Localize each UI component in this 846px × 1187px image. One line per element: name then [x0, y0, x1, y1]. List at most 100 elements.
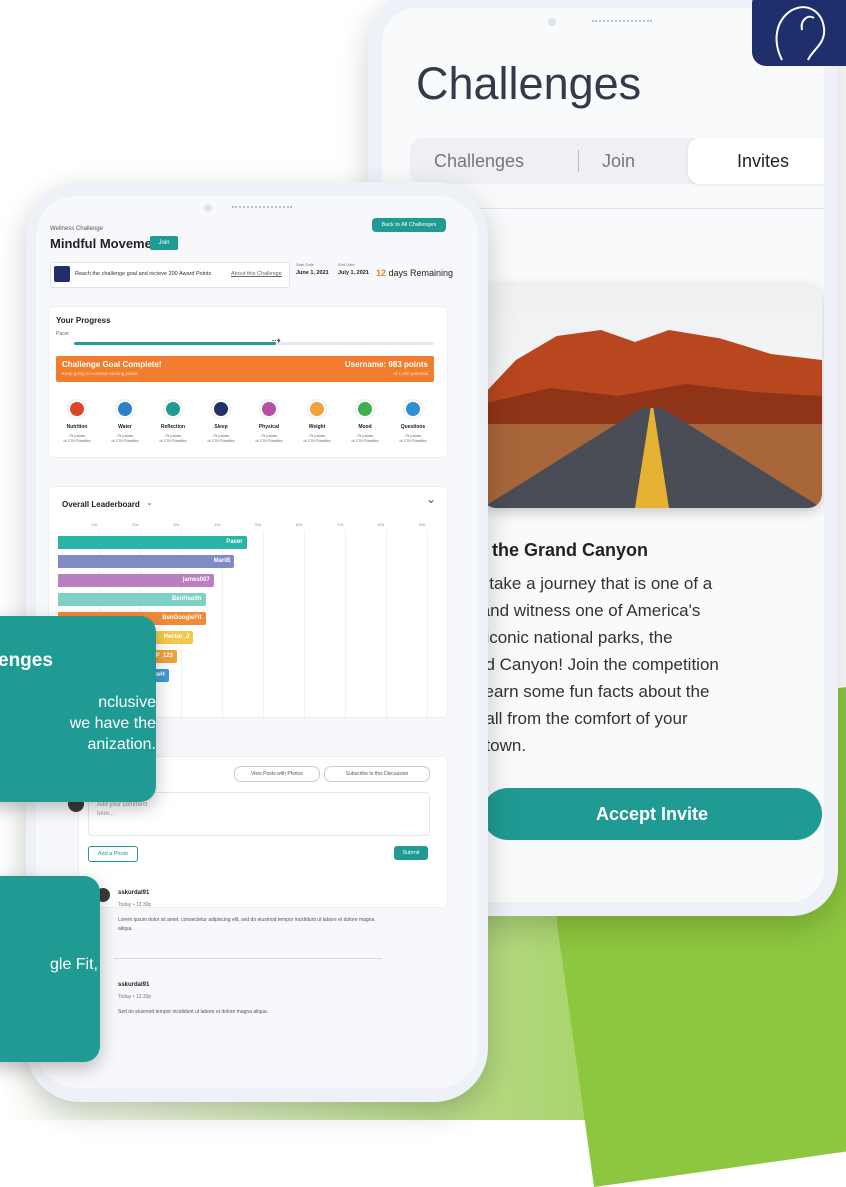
gridline	[427, 530, 428, 720]
challenge-title: Mindful Movement	[50, 236, 165, 251]
category-points: 75 points of 175 Possible	[255, 433, 283, 443]
axis-tick: 80k	[378, 522, 385, 527]
axis-tick: 70k	[337, 522, 344, 527]
category-weight[interactable]: Weight 75 points of 175 Possible	[294, 400, 340, 443]
start-date-label: Start Date	[296, 262, 315, 267]
post-divider	[114, 958, 382, 959]
category-points: 75 points of 175 Possible	[351, 433, 379, 443]
post-time: Today • 12:30p	[118, 902, 152, 908]
tab-invites[interactable]: Invites	[688, 138, 824, 184]
category-points: 75 points of 175 Possible	[159, 433, 187, 443]
axis-tick: 30k	[173, 522, 180, 527]
post-body: Lorem ipsum dolor sit amet, consectetur …	[118, 917, 375, 932]
end-date-value: July 1, 2021	[338, 270, 369, 276]
runner-icon: ⇢	[271, 335, 281, 347]
subscribe-button[interactable]: Subscribe to this Discussion	[324, 766, 430, 782]
category-name: Questions	[400, 424, 426, 430]
brand-logo	[752, 0, 846, 66]
axis-tick: 50k	[255, 522, 262, 527]
post-username[interactable]: sskurdal91	[118, 890, 149, 896]
speaker-grille	[592, 20, 652, 26]
tab-challenges[interactable]: Challenges	[434, 138, 524, 184]
goal-complete-title: Challenge Goal Complete!	[62, 360, 162, 369]
comment-placeholder: Add your comment here...	[97, 802, 148, 817]
page-title: Challenges	[416, 58, 642, 109]
chevron-down-icon[interactable]: ⌄	[146, 498, 153, 507]
leaderboard-name: BenGoogleFit	[162, 615, 202, 621]
leaderboard-bar: james007	[58, 574, 214, 587]
questions-icon	[404, 400, 422, 418]
tab-join[interactable]: Join	[602, 138, 635, 184]
category-points: 75 points of 175 Possible	[63, 433, 91, 443]
post-time: Today • 12:30p	[118, 994, 152, 1000]
progress-fill	[74, 342, 276, 345]
gridline	[345, 530, 346, 720]
goal-complete-banner: Challenge Goal Complete! Keep going to c…	[56, 356, 434, 382]
leaderboard-name: Pacer	[226, 539, 243, 545]
category-physical[interactable]: Physical 75 points of 175 Possible	[246, 400, 292, 443]
join-button[interactable]: Join	[150, 236, 178, 250]
leaderboard-bar: MariB	[58, 555, 235, 568]
add-photo-button[interactable]: Add a Photo	[88, 846, 138, 862]
invite-title: the Grand Canyon	[492, 540, 649, 560]
progress-title: Your Progress	[56, 316, 111, 325]
challenge-category: Wellness Challenge	[50, 226, 103, 232]
reflection-icon	[164, 400, 182, 418]
leaderboard-name: Hector_J	[163, 634, 190, 640]
leaderboard-name: BenHealth	[171, 596, 202, 602]
category-name: Water	[118, 424, 132, 430]
camera-dot	[548, 18, 556, 26]
category-nutrition[interactable]: Nutrition 75 points of 175 Possible	[54, 400, 100, 443]
camera-dot	[204, 204, 212, 212]
physical-icon	[260, 400, 278, 418]
feature-description: gle Fit,	[49, 956, 98, 973]
logo-icon	[54, 266, 70, 282]
gridline	[386, 530, 387, 720]
category-name: Physical	[258, 424, 280, 430]
leaderboard-name: james007	[182, 577, 210, 583]
sleep-icon	[212, 400, 230, 418]
category-sleep[interactable]: Sleep 75 points of 175 Possible	[198, 400, 244, 443]
category-name: Weight	[308, 424, 326, 430]
feature-title: enges	[0, 650, 53, 671]
category-water[interactable]: Water 75 points of 175 Possible	[102, 400, 148, 443]
pacer-label: Pacer	[56, 331, 70, 337]
user-points: Username: 983 points	[344, 360, 428, 369]
points-potential: of 1,200 potential	[393, 371, 428, 376]
submit-button[interactable]: Submit	[394, 846, 428, 860]
back-to-all-challenges-button[interactable]: Back to All Challenges	[372, 218, 446, 232]
collapse-chevron-icon[interactable]: ⌄	[426, 492, 436, 506]
days-remaining: 12 days Remaining	[376, 268, 454, 278]
category-questions[interactable]: Questions 75 points of 175 Possible	[390, 400, 436, 443]
axis-tick: 60k	[296, 522, 303, 527]
post-body: Sed do eiusmod tempor incididunt ut labo…	[118, 1009, 269, 1015]
leaderboard-select[interactable]: Overall Leaderboard	[62, 500, 140, 509]
tab-divider	[578, 150, 579, 172]
feature-card-integrations: gle Fit,	[0, 876, 100, 1062]
leaderboard-bar: Pacer	[58, 536, 247, 549]
view-posts-with-photos-button[interactable]: View Posts with Photos	[234, 766, 320, 782]
axis-tick: 10k	[91, 522, 98, 527]
category-points: 75 points of 175 Possible	[303, 433, 331, 443]
axis-tick: 90k	[419, 522, 426, 527]
leaderboard-bar: BenHealth	[58, 593, 206, 606]
accept-invite-button[interactable]: Accept Invite	[482, 788, 822, 840]
category-reflection[interactable]: Reflection 75 points of 175 Possible	[150, 400, 196, 443]
mood-icon	[356, 400, 374, 418]
post-username[interactable]: sskurdal91	[118, 982, 149, 988]
axis-tick: 20k	[132, 522, 139, 527]
weight-icon	[308, 400, 326, 418]
about-challenge-link[interactable]: About this Challenge	[231, 271, 282, 277]
nutrition-icon	[68, 400, 86, 418]
feature-description: nclusive we have the anization.	[65, 694, 156, 753]
category-name: Sleep	[214, 424, 228, 430]
category-mood[interactable]: Mood 75 points of 175 Possible	[342, 400, 388, 443]
axis-tick: 40k	[214, 522, 221, 527]
category-points: 75 points of 175 Possible	[207, 433, 235, 443]
gridline	[304, 530, 305, 720]
speaker-grille	[232, 206, 292, 212]
water-icon	[116, 400, 134, 418]
feature-card-challenges: enges nclusive we have the anization.	[0, 616, 156, 802]
goal-banner: Reach the challenge goal and recieve 200…	[50, 262, 290, 288]
category-name: Mood	[358, 424, 372, 430]
